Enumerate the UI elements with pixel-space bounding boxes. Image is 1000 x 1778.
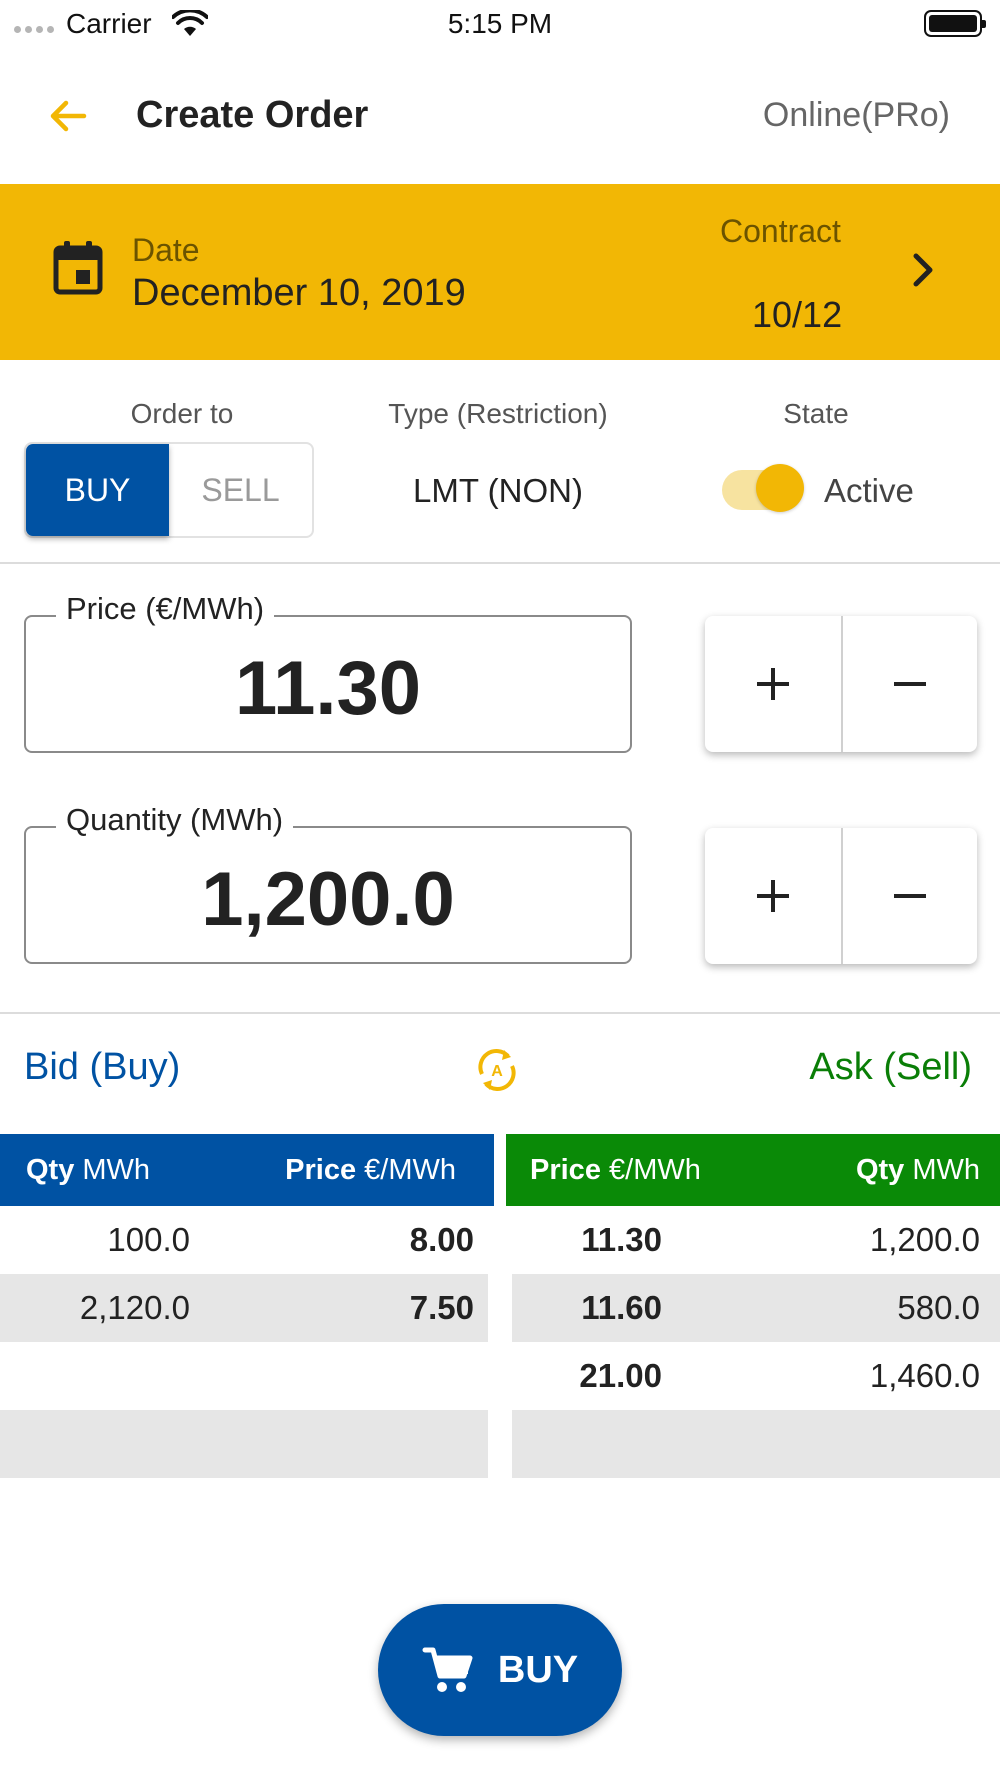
bid-table-header: Qty MWh Price €/MWh (0, 1134, 494, 1206)
minus-icon (894, 682, 926, 686)
bid-qty-cell: 2,120.0 (79, 1289, 190, 1326)
buy-option-button[interactable]: BUY (26, 444, 169, 536)
quantity-field-label: Quantity (MWh) (56, 802, 294, 838)
ask-qty-cell: 1,460.0 (869, 1357, 980, 1394)
bid-qty-cell: 100.0 (107, 1221, 190, 1258)
ask-table: Price €/MWh Qty MWh 11.30 1,200.0 11.60 … (506, 1134, 1000, 1478)
order-to-label: Order to (130, 398, 234, 429)
minus-icon (894, 894, 926, 898)
bid-title: Bid (Buy) (24, 1046, 181, 1088)
table-row[interactable]: 11.60 580.0 (512, 1274, 1000, 1342)
order-settings: Order to Type (Restriction) State BUY SE… (0, 360, 1000, 564)
ask-table-header: Price €/MWh Qty MWh (506, 1134, 1000, 1206)
table-row (512, 1410, 1000, 1478)
ask-qty-cell: 1,200.0 (869, 1221, 980, 1258)
bid-price-cell: 7.50 (409, 1289, 474, 1326)
plus-icon (757, 880, 789, 912)
quantity-decrement-button[interactable] (841, 828, 977, 964)
date-label: Date (132, 232, 200, 268)
table-row[interactable]: 100.0 8.00 (0, 1206, 488, 1274)
price-increment-button[interactable] (705, 616, 841, 752)
ask-qty-cell: 580.0 (897, 1289, 980, 1326)
chevron-right-icon[interactable] (908, 250, 940, 290)
ask-price-cell: 11.60 (581, 1289, 662, 1326)
status-bar: Carrier 5:15 PM (0, 0, 1000, 50)
app-header: Create Order Online(PRo) (0, 50, 1000, 184)
contract-label: Contract (720, 213, 841, 249)
table-row[interactable]: 2,120.0 7.50 (0, 1274, 488, 1342)
state-switch-knob[interactable] (756, 464, 804, 512)
svg-text:A: A (491, 1063, 503, 1080)
ask-price-header: Price €/MWh (530, 1153, 701, 1186)
section-divider (0, 1012, 1000, 1014)
bid-qty-header: Qty MWh (26, 1153, 151, 1186)
cart-icon (422, 1647, 473, 1692)
quantity-increment-button[interactable] (705, 828, 841, 964)
battery-icon (924, 10, 986, 37)
submit-buy-button[interactable]: BUY (378, 1604, 622, 1736)
bid-price-cell: 8.00 (409, 1221, 474, 1258)
connection-status: Online(PRo) (762, 96, 950, 134)
type-label: Type (Restriction) (388, 398, 608, 429)
buy-sell-toggle: BUY SELL (24, 442, 314, 538)
price-field-label: Price (€/MWh) (56, 591, 275, 627)
price-stepper (705, 616, 977, 752)
price-decrement-button[interactable] (841, 616, 977, 752)
plus-icon (757, 668, 789, 700)
ask-price-cell: 11.30 (581, 1221, 662, 1258)
table-row[interactable]: 11.30 1,200.0 (512, 1206, 1000, 1274)
table-row[interactable]: 21.00 1,460.0 (512, 1342, 1000, 1410)
type-restriction-selector[interactable]: LMT (NON) (358, 472, 638, 510)
page-title: Create Order (136, 94, 369, 136)
quantity-value[interactable]: 1,200.0 (26, 856, 630, 943)
state-value: Active (824, 472, 914, 509)
calendar-icon (53, 241, 103, 295)
bid-price-header: Price €/MWh (285, 1153, 456, 1186)
quantity-field[interactable]: Quantity (MWh) 1,200.0 (24, 802, 632, 964)
bid-table: Qty MWh Price €/MWh 100.0 8.00 2,120.0 7… (0, 1134, 494, 1478)
date-contract-banner[interactable]: Date December 10, 2019 Contract 10/12 (0, 184, 1000, 360)
state-label: State (783, 398, 849, 429)
submit-button-label: BUY (497, 1648, 579, 1691)
table-row (0, 1342, 488, 1410)
ask-price-cell: 21.00 (579, 1357, 662, 1394)
quantity-stepper (705, 828, 977, 964)
table-row (0, 1410, 488, 1478)
price-value[interactable]: 11.30 (26, 645, 630, 732)
auto-refresh-icon[interactable]: A (472, 1044, 522, 1096)
date-value: December 10, 2019 (132, 272, 466, 314)
back-arrow-icon[interactable] (44, 92, 92, 140)
ask-qty-header: Qty MWh (855, 1153, 980, 1186)
sell-option-button[interactable]: SELL (169, 444, 312, 536)
status-time: 5:15 PM (447, 8, 553, 39)
contract-value: 10/12 (752, 294, 843, 335)
ask-title: Ask (Sell) (809, 1046, 972, 1088)
price-field[interactable]: Price (€/MWh) 11.30 (24, 591, 632, 753)
